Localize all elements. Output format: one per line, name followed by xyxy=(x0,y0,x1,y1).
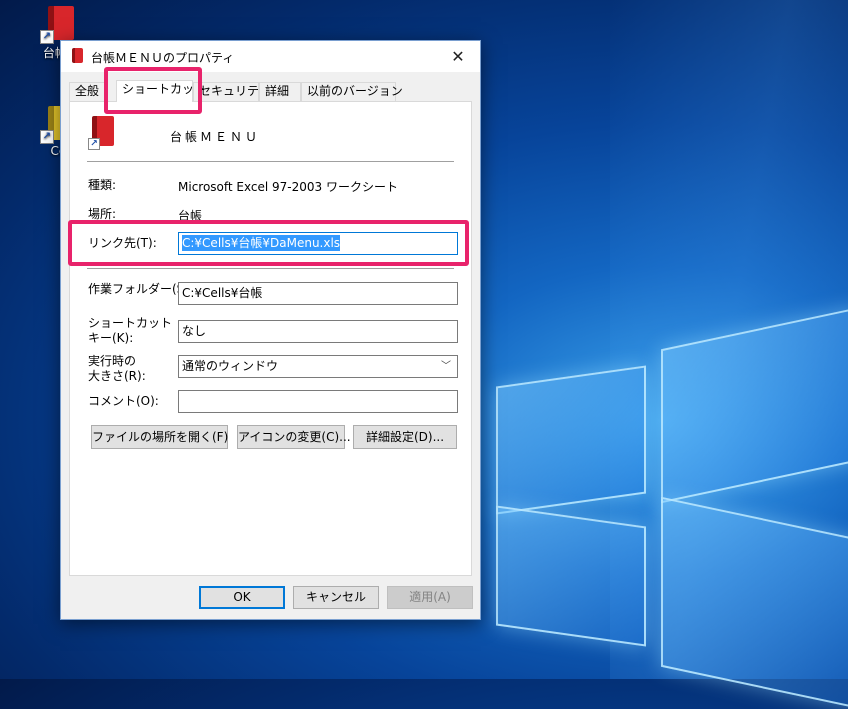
run-size-label-line1: 実行時の xyxy=(88,354,137,368)
apply-button[interactable]: 適用(A) xyxy=(387,586,473,609)
type-value: Microsoft Excel 97-2003 ワークシート xyxy=(178,180,398,194)
type-label: 種類: xyxy=(88,178,117,192)
tab-details[interactable]: 詳細 xyxy=(259,82,301,101)
shortcut-key-label-line2: キー(K): xyxy=(88,331,134,345)
run-size-label: 実行時の 大きさ(R): xyxy=(88,354,146,384)
tab-previous-versions[interactable]: 以前のバージョン xyxy=(301,82,403,101)
target-value: C:¥Cells¥台帳¥DaMenu.xls xyxy=(182,235,341,251)
shortcut-tab-panel: ↗ 台帳ＭＥＮＵ 種類: Microsoft Excel 97-2003 ワーク… xyxy=(69,101,472,576)
open-file-location-button[interactable]: ファイルの場所を開く(F) xyxy=(91,425,228,449)
tab-general[interactable]: 全般 xyxy=(69,82,108,101)
target-input[interactable]: C:¥Cells¥台帳¥DaMenu.xls xyxy=(178,232,458,255)
shortcut-arrow-icon: ↗ xyxy=(40,130,54,144)
run-size-label-line2: 大きさ(R): xyxy=(88,369,146,383)
run-size-value: 通常のウィンドウ xyxy=(182,359,279,373)
comment-input[interactable] xyxy=(178,390,458,413)
title-bar[interactable]: 台帳ＭＥＮＵのプロパティ ✕ xyxy=(61,41,480,72)
tab-shortcut[interactable]: ショートカット xyxy=(116,80,206,102)
shortcut-key-label-line1: ショートカット xyxy=(88,316,173,330)
advanced-button[interactable]: 詳細設定(D)... xyxy=(353,425,457,449)
comment-label: コメント(O): xyxy=(88,394,159,408)
location-value: 台帳 xyxy=(178,209,203,223)
shortcut-key-label: ショートカット キー(K): xyxy=(88,316,172,346)
shortcut-key-input[interactable]: なし xyxy=(178,320,458,343)
location-label: 場所: xyxy=(88,207,117,221)
light-beam xyxy=(610,0,848,679)
run-size-select[interactable]: 通常のウィンドウ ﹀ xyxy=(178,355,458,378)
separator xyxy=(87,268,454,269)
shortcut-arrow-icon: ↗ xyxy=(40,30,54,44)
file-name: 台帳ＭＥＮＵ xyxy=(170,130,261,144)
cancel-button[interactable]: キャンセル xyxy=(293,586,379,609)
close-button[interactable]: ✕ xyxy=(436,41,480,72)
properties-dialog: 台帳ＭＥＮＵのプロパティ ✕ 全般 ショートカット セキュリティ 詳細 以前のバ… xyxy=(60,40,481,620)
excel-book-icon xyxy=(70,48,84,64)
dialog-title: 台帳ＭＥＮＵのプロパティ xyxy=(91,51,235,65)
file-icon: ↗ xyxy=(88,116,120,150)
target-label: リンク先(T): xyxy=(88,236,157,250)
ok-button[interactable]: OK xyxy=(199,586,285,609)
chevron-down-icon: ﹀ xyxy=(441,361,451,372)
separator xyxy=(87,161,454,162)
excel-book-icon: ↗ xyxy=(40,4,80,44)
shortcut-arrow-icon: ↗ xyxy=(88,138,100,150)
workdir-input[interactable]: C:¥Cells¥台帳 xyxy=(178,282,458,305)
change-icon-button[interactable]: アイコンの変更(C)... xyxy=(237,425,351,449)
